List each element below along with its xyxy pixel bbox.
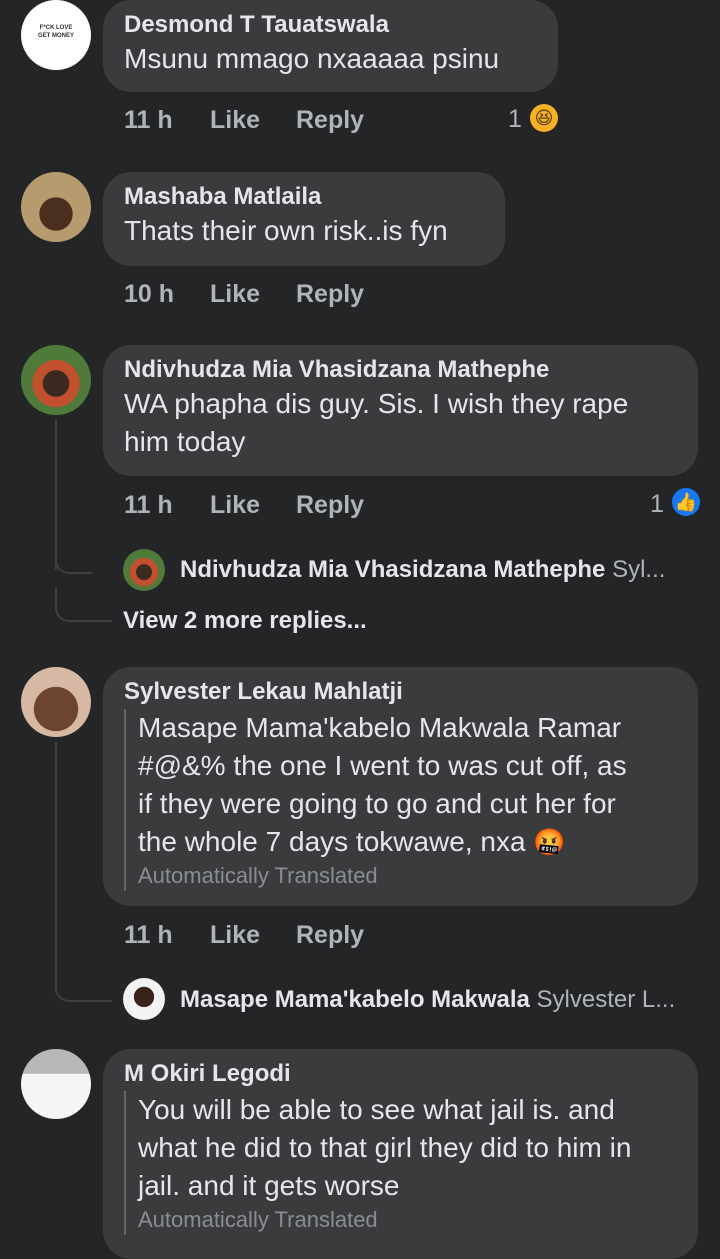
comment-time[interactable]: 11 h bbox=[124, 106, 173, 135]
avatar[interactable] bbox=[123, 978, 165, 1020]
like-button[interactable]: Like bbox=[210, 491, 260, 520]
comment-text-line: WA phapha dis guy. Sis. I wish they rape bbox=[124, 388, 629, 419]
thread-line bbox=[55, 742, 57, 972]
comment-text-line: what he did to that girl they did to him… bbox=[138, 1132, 632, 1163]
comment-author[interactable]: Sylvester Lekau Mahlatji bbox=[124, 677, 676, 707]
comment-time[interactable]: 11 h bbox=[124, 921, 173, 950]
comment-text-fragment: the whole 7 days tokwawe, nxa bbox=[138, 826, 526, 857]
avatar[interactable]: F*CK LOVE GET MONEY bbox=[21, 0, 91, 70]
thumbs-up-icon[interactable]: 👍 bbox=[672, 488, 700, 516]
comment-text: Thats their own risk..is fyn bbox=[124, 215, 448, 246]
comment-text-line: jail. and it gets worse bbox=[138, 1170, 400, 1201]
comment-author[interactable]: Mashaba Matlaila bbox=[124, 182, 483, 212]
angry-cursing-emoji-icon: 🤬 bbox=[533, 827, 566, 857]
view-more-replies-link[interactable]: View 2 more replies... bbox=[123, 607, 367, 635]
thread-connector bbox=[55, 540, 92, 574]
comment-bubble: Sylvester Lekau Mahlatji Masape Mama'kab… bbox=[103, 667, 698, 906]
like-button[interactable]: Like bbox=[210, 106, 260, 135]
avatar[interactable] bbox=[21, 345, 91, 415]
laugh-emoji-icon[interactable]: 😆 bbox=[530, 104, 558, 132]
reply-preview[interactable]: Ndivhudza Mia Vhasidzana Mathephe Syl... bbox=[180, 556, 695, 584]
comment-text: Msunu mmago nxaaaaa psinu bbox=[124, 43, 500, 74]
avatar[interactable] bbox=[123, 549, 165, 591]
comment-time[interactable]: 10 h bbox=[124, 280, 174, 309]
reply-button[interactable]: Reply bbox=[296, 280, 364, 309]
comment-text-line: You will be able to see what jail is. an… bbox=[138, 1094, 615, 1125]
avatar-shirt-print: F*CK LOVE GET MONEY bbox=[37, 25, 74, 39]
translated-text-block: You will be able to see what jail is. an… bbox=[124, 1091, 676, 1235]
comment-text-line: if they were going to go and cut her for bbox=[138, 788, 616, 819]
avatar[interactable] bbox=[21, 667, 91, 737]
thread-connector bbox=[55, 968, 112, 1002]
comment-time[interactable]: 11 h bbox=[124, 491, 173, 520]
thread-connector bbox=[55, 588, 112, 622]
avatar[interactable] bbox=[21, 172, 91, 242]
comment-author[interactable]: M Okiri Legodi bbox=[124, 1059, 676, 1089]
reply-author[interactable]: Masape Mama'kabelo Makwala bbox=[180, 986, 530, 1013]
like-button[interactable]: Like bbox=[210, 280, 260, 309]
reply-snippet: Sylvester L... bbox=[536, 986, 676, 1013]
comment-bubble: Mashaba Matlaila Thats their own risk..i… bbox=[103, 172, 505, 266]
reply-button[interactable]: Reply bbox=[296, 921, 364, 950]
auto-translated-label[interactable]: Automatically Translated bbox=[138, 861, 676, 891]
reply-snippet: Syl... bbox=[612, 556, 666, 583]
reply-author[interactable]: Ndivhudza Mia Vhasidzana Mathephe bbox=[180, 556, 605, 583]
comment-bubble: M Okiri Legodi You will be able to see w… bbox=[103, 1049, 698, 1259]
comment-text-line: him today bbox=[124, 426, 246, 457]
like-button[interactable]: Like bbox=[210, 921, 260, 950]
translated-text-block: Masape Mama'kabelo Makwala Ramar #@&% th… bbox=[124, 709, 676, 891]
comment-author[interactable]: Desmond T Tauatswala bbox=[124, 10, 536, 40]
comment-text-line: the whole 7 days tokwawe, nxa 🤬 bbox=[138, 823, 676, 861]
reply-button[interactable]: Reply bbox=[296, 106, 364, 135]
comment-bubble: Desmond T Tauatswala Msunu mmago nxaaaaa… bbox=[103, 0, 558, 92]
auto-translated-label[interactable]: Automatically Translated bbox=[138, 1205, 676, 1235]
reply-preview[interactable]: Masape Mama'kabelo Makwala Sylvester L..… bbox=[180, 986, 695, 1014]
comment-bubble: Ndivhudza Mia Vhasidzana Mathephe WA pha… bbox=[103, 345, 698, 476]
comment-text-line: #@&% the one I went to was cut off, as bbox=[138, 750, 627, 781]
reaction-count[interactable]: 1 bbox=[650, 490, 664, 519]
avatar[interactable] bbox=[21, 1049, 91, 1119]
reply-button[interactable]: Reply bbox=[296, 491, 364, 520]
comment-author[interactable]: Ndivhudza Mia Vhasidzana Mathephe bbox=[124, 355, 676, 385]
reaction-count[interactable]: 1 bbox=[508, 105, 522, 134]
comment-text-line: Masape Mama'kabelo Makwala Ramar bbox=[138, 712, 622, 743]
